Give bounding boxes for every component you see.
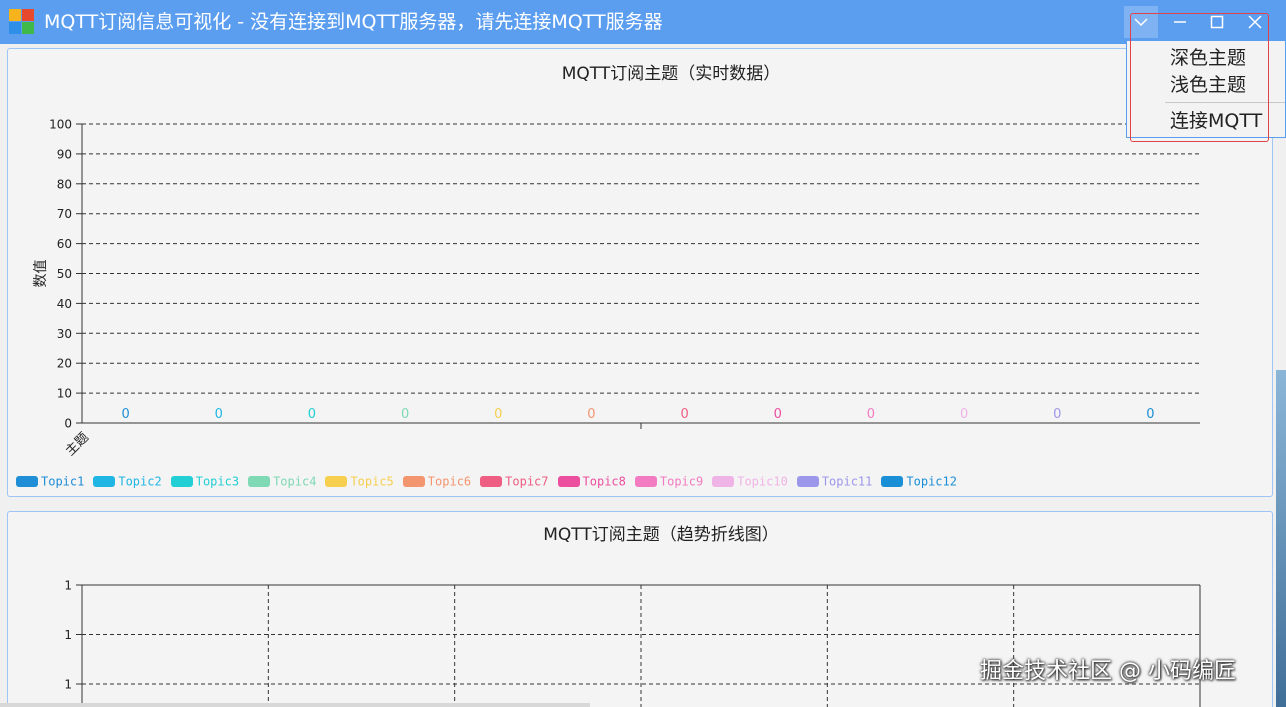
legend-label: Topic6 [427,474,472,489]
legend-item-topic12[interactable]: Topic12 [881,474,957,490]
legend-swatch [557,476,580,487]
legend-item-topic1[interactable]: Topic1 [16,474,84,490]
legend-label: Topic1 [41,474,85,489]
legend-swatch [402,476,425,487]
data-label-topic4: 0 [401,407,409,422]
legend-label: Topic7 [505,474,549,489]
legend-label: Topic12 [906,474,957,489]
legend-label: Topic8 [582,474,626,489]
bottom-edge [0,703,590,707]
legend-item-topic2[interactable]: Topic2 [93,474,162,490]
y-tick-label: 60 [57,237,72,251]
legend-item-topic7[interactable]: Topic7 [480,474,549,490]
y-tick-label: 1 [64,678,72,692]
chart-legend: Topic1 Topic2 Topic3 Topic4 Topic5 Topic6 Topi… [16,474,966,490]
y-tick-label: 90 [57,147,72,161]
legend-swatch [248,476,271,487]
y-tick-label: 1 [64,628,72,642]
legend-swatch [480,476,503,487]
menu-item-light-theme[interactable]: 浅色主题 [1170,73,1246,97]
legend-item-topic5[interactable]: Topic5 [325,474,394,490]
data-label-topic12: 0 [1146,407,1154,422]
y-tick-label: 10 [57,387,72,401]
legend-item-topic6[interactable]: Topic6 [402,474,472,490]
x-axis-label: 主题 [63,430,92,459]
legend-label: Topic3 [195,474,240,489]
chart-title: MQTT订阅主题（实时数据） [562,64,781,84]
y-tick-label: 40 [57,297,72,311]
legend-swatch [796,476,819,487]
data-label-topic2: 0 [215,407,223,422]
legend-label: Topic4 [273,474,317,489]
maximize-button[interactable] [1200,6,1234,38]
legend-label: Topic10 [737,474,788,489]
legend-item-topic9[interactable]: Topic9 [634,474,704,490]
legend-label: Topic9 [659,474,704,489]
data-label-topic10: 0 [960,407,968,422]
data-label-topic6: 0 [587,407,595,422]
legend-label: Topic5 [350,474,394,489]
maximize-icon [1210,15,1224,29]
watermark: 掘金技术社区 @ 小码编匠 [980,659,1236,684]
data-label-topic9: 0 [867,407,875,422]
legend-item-topic3[interactable]: Topic3 [170,474,240,490]
legend-item-topic11[interactable]: Topic11 [796,474,873,490]
y-tick-label: 70 [57,207,72,221]
minimize-button[interactable] [1163,6,1197,38]
app-icon [9,9,35,35]
theme-dropdown-menu: 深色主题 浅色主题 连接MQTT [1126,40,1286,138]
legend-swatch [170,476,193,487]
menu-separator [1165,102,1285,103]
menu-item-dark-theme[interactable]: 深色主题 [1170,46,1246,70]
data-label-topic5: 0 [494,407,502,422]
close-icon [1248,15,1262,29]
legend-item-topic4[interactable]: Topic4 [248,474,316,490]
menu-item-connect-mqtt[interactable]: 连接MQTT [1170,109,1262,133]
legend-swatch [325,476,348,487]
data-label-topic11: 0 [1053,407,1061,422]
chevron-down-icon [1134,18,1148,27]
y-tick-label: 0 [64,417,72,431]
y-tick-label: 20 [57,357,72,371]
data-label-topic3: 0 [308,407,316,422]
data-label-topic8: 0 [774,407,782,422]
legend-swatch [634,476,657,487]
realtime-bar-chart: MQTT订阅主题（实时数据） 数值 0 10 20 30 40 50 60 70 80 90 100 主题… [33,64,1200,459]
legend-swatch [712,476,735,487]
legend-swatch [93,476,116,487]
title-bar: MQTT订阅信息可视化 - 没有连接到MQTT服务器，请先连接MQTT服务器 [0,0,1286,44]
legend-swatch [16,476,38,487]
legend-label: Topic11 [821,474,873,489]
y-tick-label: 80 [57,177,72,191]
legend-item-topic10[interactable]: Topic10 [712,474,788,490]
minimize-icon [1174,21,1186,23]
window-title: MQTT订阅信息可视化 - 没有连接到MQTT服务器，请先连接MQTT服务器 [44,11,663,33]
legend-item-topic8[interactable]: Topic8 [557,474,626,490]
legend-swatch [881,476,904,487]
y-tick-label: 1 [64,579,72,593]
y-tick-label: 30 [57,327,72,341]
close-button[interactable] [1238,6,1272,38]
data-label-topic7: 0 [680,407,688,422]
legend-label: Topic2 [118,474,162,489]
theme-menu-button[interactable] [1124,6,1158,38]
y-axis-label: 数值 [33,260,49,288]
realtime-chart-panel: MQTT订阅主题（实时数据） 数值 0 10 20 30 40 50 60 70 80 90 100 主题… [7,48,1273,497]
y-tick-label: 50 [57,267,72,281]
data-label-topic1: 0 [121,407,129,422]
chart-title: MQTT订阅主题（趋势折线图） [543,525,779,545]
background-window-edge [1276,370,1286,707]
y-tick-label: 100 [49,118,72,132]
